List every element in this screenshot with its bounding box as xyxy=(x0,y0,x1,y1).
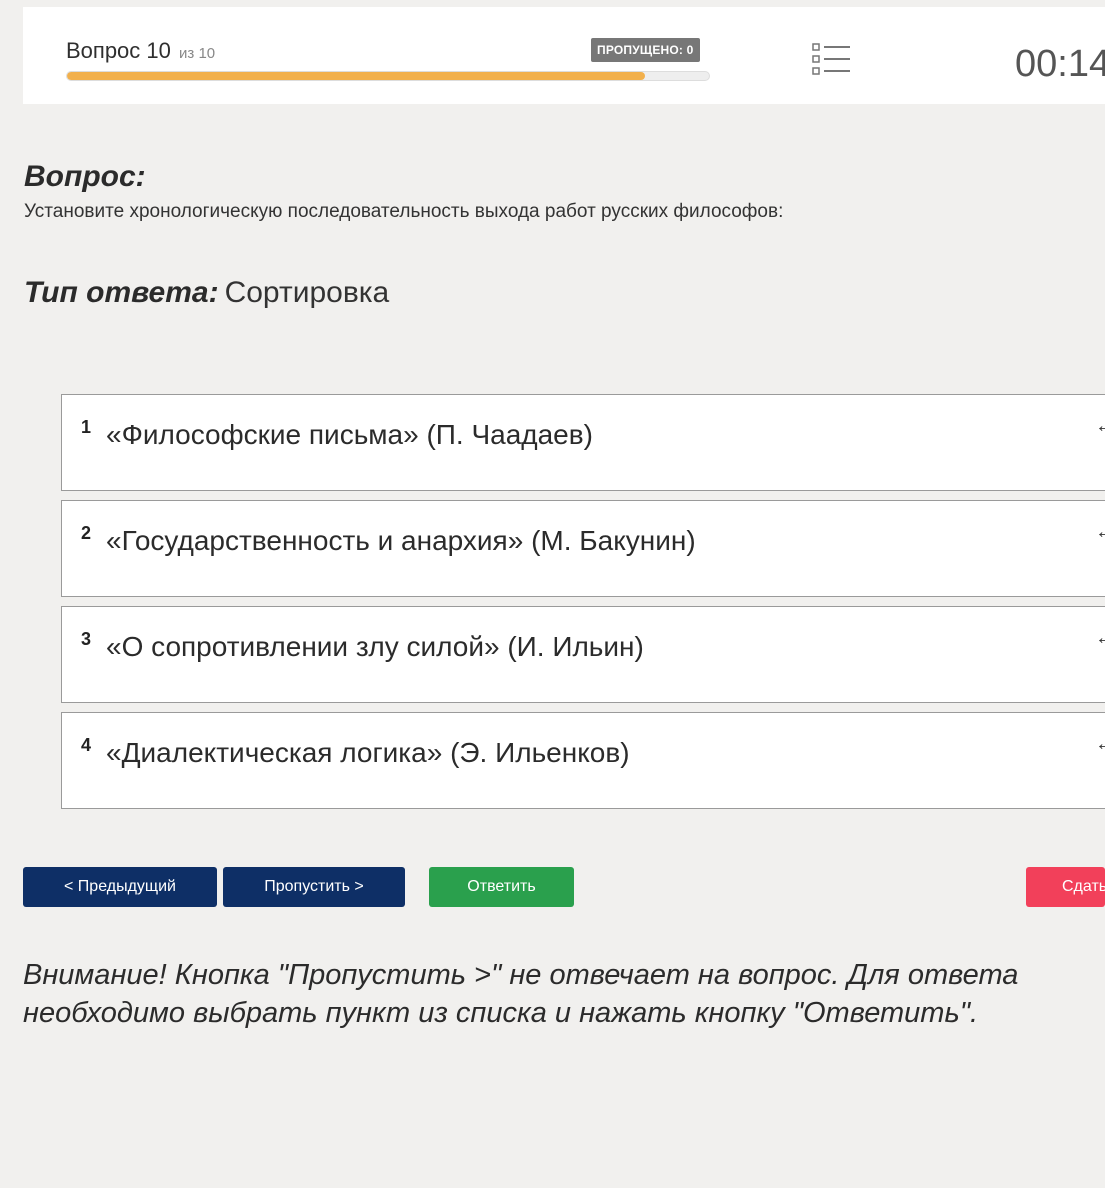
sortable-item[interactable]: 4 «Диалектическая логика» (Э. Ильенков) … xyxy=(61,712,1105,809)
question-counter: Вопрос 10 из 10 xyxy=(66,38,215,64)
sortable-item[interactable]: 3 «О сопротивлении злу силой» (И. Ильин)… xyxy=(61,606,1105,703)
previous-button[interactable]: < Предыдущий xyxy=(23,867,217,907)
sortable-item[interactable]: 2 «Государственность и анархия» (М. Баку… xyxy=(61,500,1105,597)
question-list-icon[interactable] xyxy=(812,42,852,78)
question-number: Вопрос 10 xyxy=(66,38,171,63)
warning-text: Внимание! Кнопка "Пропустить >" не отвеч… xyxy=(23,959,1019,1029)
item-number: 4 xyxy=(81,735,92,755)
answer-type-label: Тип ответа: xyxy=(24,276,219,309)
question-total: из 10 xyxy=(179,45,216,62)
answer-type-value: Сортировка xyxy=(224,276,390,309)
drag-arrow-icon[interactable]: ← xyxy=(1095,627,1105,650)
item-text: «О сопротивлении злу силой» (И. Ильин) xyxy=(106,631,644,662)
item-number: 2 xyxy=(81,523,92,543)
answer-type: Тип ответа: Сортировка xyxy=(24,276,389,310)
progress-bar xyxy=(66,71,710,81)
skipped-badge: ПРОПУЩЕНО: 0 xyxy=(591,38,700,62)
sortable-item[interactable]: 1 «Философские письма» (П. Чаадаев) ← xyxy=(61,394,1105,491)
drag-arrow-icon[interactable]: ← xyxy=(1095,521,1105,544)
item-number: 3 xyxy=(81,629,92,649)
timer: 00:14 xyxy=(1015,43,1105,85)
sortable-list: 1 «Философские письма» (П. Чаадаев) ← 2 … xyxy=(61,394,1105,818)
skip-button[interactable]: Пропустить > xyxy=(223,867,405,907)
drag-arrow-icon[interactable]: ← xyxy=(1095,733,1105,756)
item-number: 1 xyxy=(81,417,92,437)
item-text: «Диалектическая логика» (Э. Ильенков) xyxy=(106,737,630,768)
item-text: «Государственность и анархия» (М. Бакуни… xyxy=(106,525,696,556)
item-text: «Философские письма» (П. Чаадаев) xyxy=(106,419,593,450)
submit-button[interactable]: Сдать xyxy=(1026,867,1105,907)
progress-fill xyxy=(67,72,645,80)
question-heading: Вопрос: xyxy=(24,160,146,193)
answer-button[interactable]: Ответить xyxy=(429,867,574,907)
question-text: Установите хронологическую последователь… xyxy=(24,201,784,222)
quiz-header: Вопрос 10 из 10 ПРОПУЩЕНО: 0 00:14 xyxy=(23,7,1105,104)
drag-arrow-icon[interactable]: ← xyxy=(1095,415,1105,438)
